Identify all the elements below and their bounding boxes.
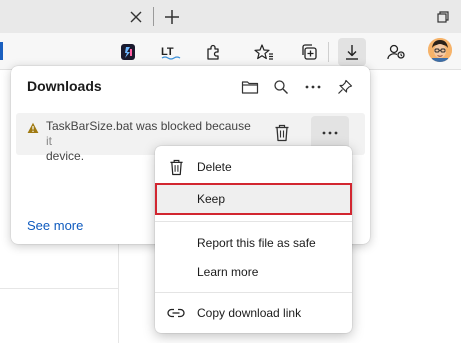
more-options-icon[interactable] — [301, 75, 325, 99]
menu-item-label: Learn more — [197, 265, 259, 279]
menu-divider — [155, 221, 352, 222]
restore-window-icon[interactable] — [433, 7, 453, 27]
page-divider — [118, 240, 119, 343]
address-bar-edge[interactable] — [0, 42, 3, 60]
menu-item-copy-link[interactable]: Copy download link — [155, 298, 352, 328]
menu-item-delete[interactable]: Delete — [155, 152, 352, 182]
download-context-menu: Delete Keep Report this file as safe Lea… — [155, 146, 352, 333]
favorites-icon[interactable] — [250, 38, 278, 66]
menu-item-learn-more[interactable]: Learn more — [155, 257, 352, 287]
search-icon[interactable] — [269, 75, 293, 99]
extension-app-icon[interactable] — [114, 38, 142, 66]
download-status-line2: device. — [46, 149, 85, 163]
menu-item-label: Report this file as safe — [197, 236, 316, 250]
close-tab-icon[interactable] — [126, 7, 146, 27]
avatar[interactable] — [428, 38, 452, 62]
pin-icon[interactable] — [333, 75, 357, 99]
menu-item-report-safe[interactable]: Report this file as safe — [155, 228, 352, 258]
new-tab-button[interactable] — [161, 6, 183, 28]
menu-item-label: Keep — [197, 192, 226, 206]
more-actions-icon — [322, 131, 338, 135]
browser-tab[interactable] — [0, 0, 150, 33]
link-icon — [167, 304, 185, 322]
download-more-actions-button[interactable] — [311, 116, 349, 150]
warning-icon — [27, 122, 39, 133]
browser-toolbar: LT — [0, 33, 461, 70]
download-status-line1: TaskBarSize.bat was blocked because — [46, 119, 251, 133]
menu-item-keep[interactable]: Keep — [155, 183, 352, 215]
tab-divider — [153, 7, 154, 26]
page-divider — [0, 288, 118, 289]
delete-download-button[interactable] — [269, 120, 295, 146]
collections-icon[interactable] — [295, 38, 323, 66]
profile-sync-icon[interactable] — [382, 38, 410, 66]
toolbar-divider — [328, 42, 329, 62]
menu-item-label: Copy download link — [197, 306, 302, 320]
see-more-link[interactable]: See more — [27, 218, 83, 233]
download-status-faded: it — [46, 134, 52, 148]
downloads-icon[interactable] — [338, 38, 366, 66]
folder-icon[interactable] — [238, 75, 262, 99]
panel-title: Downloads — [27, 78, 102, 94]
tab-strip — [0, 0, 461, 33]
text-tool-label: LT — [161, 46, 174, 58]
puzzle-extensions-icon[interactable] — [200, 38, 228, 66]
text-tool-icon[interactable]: LT — [156, 38, 184, 66]
menu-item-label: Delete — [197, 160, 232, 174]
trash-icon — [275, 124, 289, 142]
trash-icon — [167, 158, 185, 176]
menu-divider — [155, 292, 352, 293]
